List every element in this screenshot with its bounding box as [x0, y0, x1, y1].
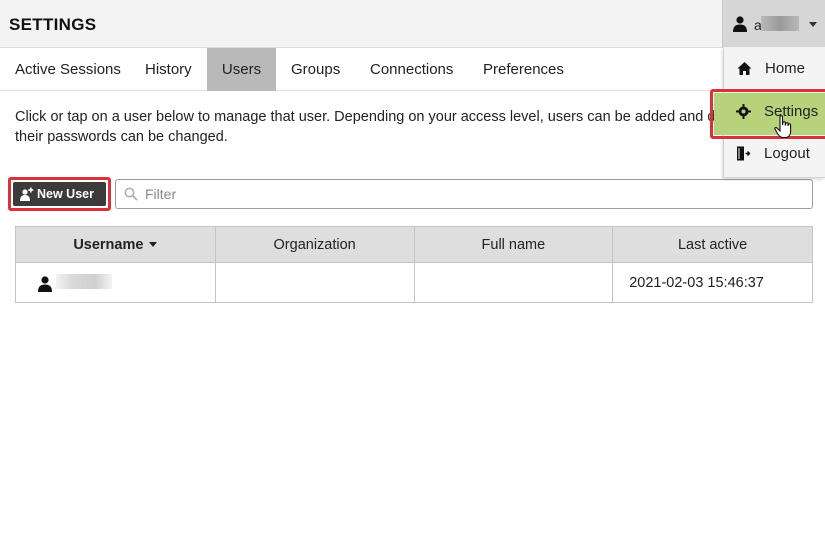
tab-history[interactable]: History [137, 48, 200, 91]
menu-item-home[interactable]: Home [724, 49, 825, 89]
user-icon [38, 276, 52, 292]
home-icon [737, 62, 752, 75]
search-icon [124, 187, 138, 201]
new-user-label: New User [37, 187, 94, 201]
username-redacted [56, 274, 112, 289]
settings-tabs: Active Sessions History Users Groups Con… [0, 48, 825, 91]
header-bar: SETTINGS [0, 0, 825, 48]
sort-desc-icon [149, 242, 158, 248]
chevron-down-icon [809, 22, 817, 27]
user-menu-button[interactable]: a [722, 0, 825, 47]
cell-organization [214, 262, 415, 303]
hand-cursor-icon [774, 115, 792, 139]
add-user-icon [20, 187, 34, 201]
tab-active-sessions[interactable]: Active Sessions [7, 48, 129, 91]
column-header-organization[interactable]: Organization [214, 226, 415, 263]
menu-label-logout: Logout [764, 145, 810, 162]
table-row[interactable]: 2021-02-03 15:46:37 [15, 262, 813, 303]
logout-icon [737, 146, 751, 161]
page-title: SETTINGS [9, 15, 97, 34]
menu-item-logout[interactable]: Logout [723, 134, 825, 174]
filter-input[interactable] [145, 184, 795, 204]
filter-field[interactable] [115, 179, 813, 209]
users-intro-text: Click or tap on a user below to manage t… [15, 108, 715, 147]
menu-label-home: Home [765, 60, 806, 77]
cell-username[interactable] [15, 262, 216, 303]
table-header-row: Username Organization Full name Last act… [15, 226, 813, 263]
cell-last-active: 2021-02-03 15:46:37 [612, 262, 813, 303]
cell-full-name [413, 262, 614, 303]
intro-line-1: Click or tap on a user below to manage t… [15, 109, 715, 125]
users-table: Username Organization Full name Last act… [15, 226, 813, 303]
tab-users[interactable]: Users [207, 48, 276, 91]
tab-preferences[interactable]: Preferences [475, 48, 572, 91]
column-header-username[interactable]: Username [15, 226, 216, 263]
new-user-highlight: New User [8, 177, 111, 211]
column-label-username: Username [73, 236, 144, 253]
new-user-button[interactable]: New User [13, 182, 106, 206]
tab-groups[interactable]: Groups [283, 48, 348, 91]
username-redacted [761, 16, 799, 31]
column-header-full-name[interactable]: Full name [413, 226, 614, 263]
user-icon [733, 16, 747, 32]
intro-line-2: their passwords can be changed. [15, 128, 228, 145]
gear-icon [736, 104, 751, 119]
column-header-last-active[interactable]: Last active [612, 226, 813, 263]
tab-connections[interactable]: Connections [362, 48, 461, 91]
